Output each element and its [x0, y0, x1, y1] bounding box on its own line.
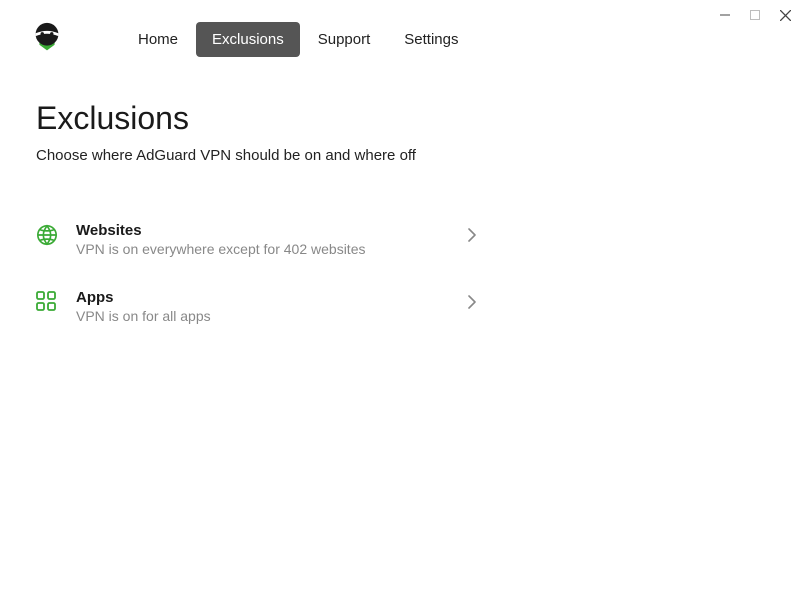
option-websites[interactable]: Websites VPN is on everywhere except for…: [36, 212, 476, 279]
page-title: Exclusions: [36, 100, 764, 137]
chevron-right-icon: [468, 295, 476, 314]
nav-settings[interactable]: Settings: [388, 22, 474, 57]
option-apps-title: Apps: [76, 289, 468, 306]
minimize-button[interactable]: [710, 0, 740, 30]
window-controls: [710, 0, 800, 30]
main-nav: Home Exclusions Support Settings: [122, 22, 474, 57]
nav-exclusions[interactable]: Exclusions: [196, 22, 300, 57]
apps-grid-icon: [36, 291, 58, 313]
chevron-right-icon: [468, 228, 476, 247]
option-websites-title: Websites: [76, 222, 468, 239]
option-apps-text: Apps VPN is on for all apps: [76, 289, 468, 324]
topbar: Home Exclusions Support Settings: [0, 0, 800, 58]
nav-home[interactable]: Home: [122, 22, 194, 57]
globe-icon: [36, 224, 58, 246]
option-apps[interactable]: Apps VPN is on for all apps: [36, 279, 476, 346]
option-websites-desc: VPN is on everywhere except for 402 webs…: [76, 241, 468, 257]
app-logo: [28, 20, 66, 58]
option-websites-text: Websites VPN is on everywhere except for…: [76, 222, 468, 257]
nav-support[interactable]: Support: [302, 22, 387, 57]
maximize-icon: [750, 10, 760, 20]
close-button[interactable]: [770, 0, 800, 30]
page-subtitle: Choose where AdGuard VPN should be on an…: [36, 147, 764, 164]
option-apps-desc: VPN is on for all apps: [76, 308, 468, 324]
main-content: Exclusions Choose where AdGuard VPN shou…: [0, 58, 800, 346]
close-icon: [780, 10, 791, 21]
minimize-icon: [720, 10, 730, 20]
maximize-button[interactable]: [740, 0, 770, 30]
ninja-logo-icon: [28, 20, 66, 58]
